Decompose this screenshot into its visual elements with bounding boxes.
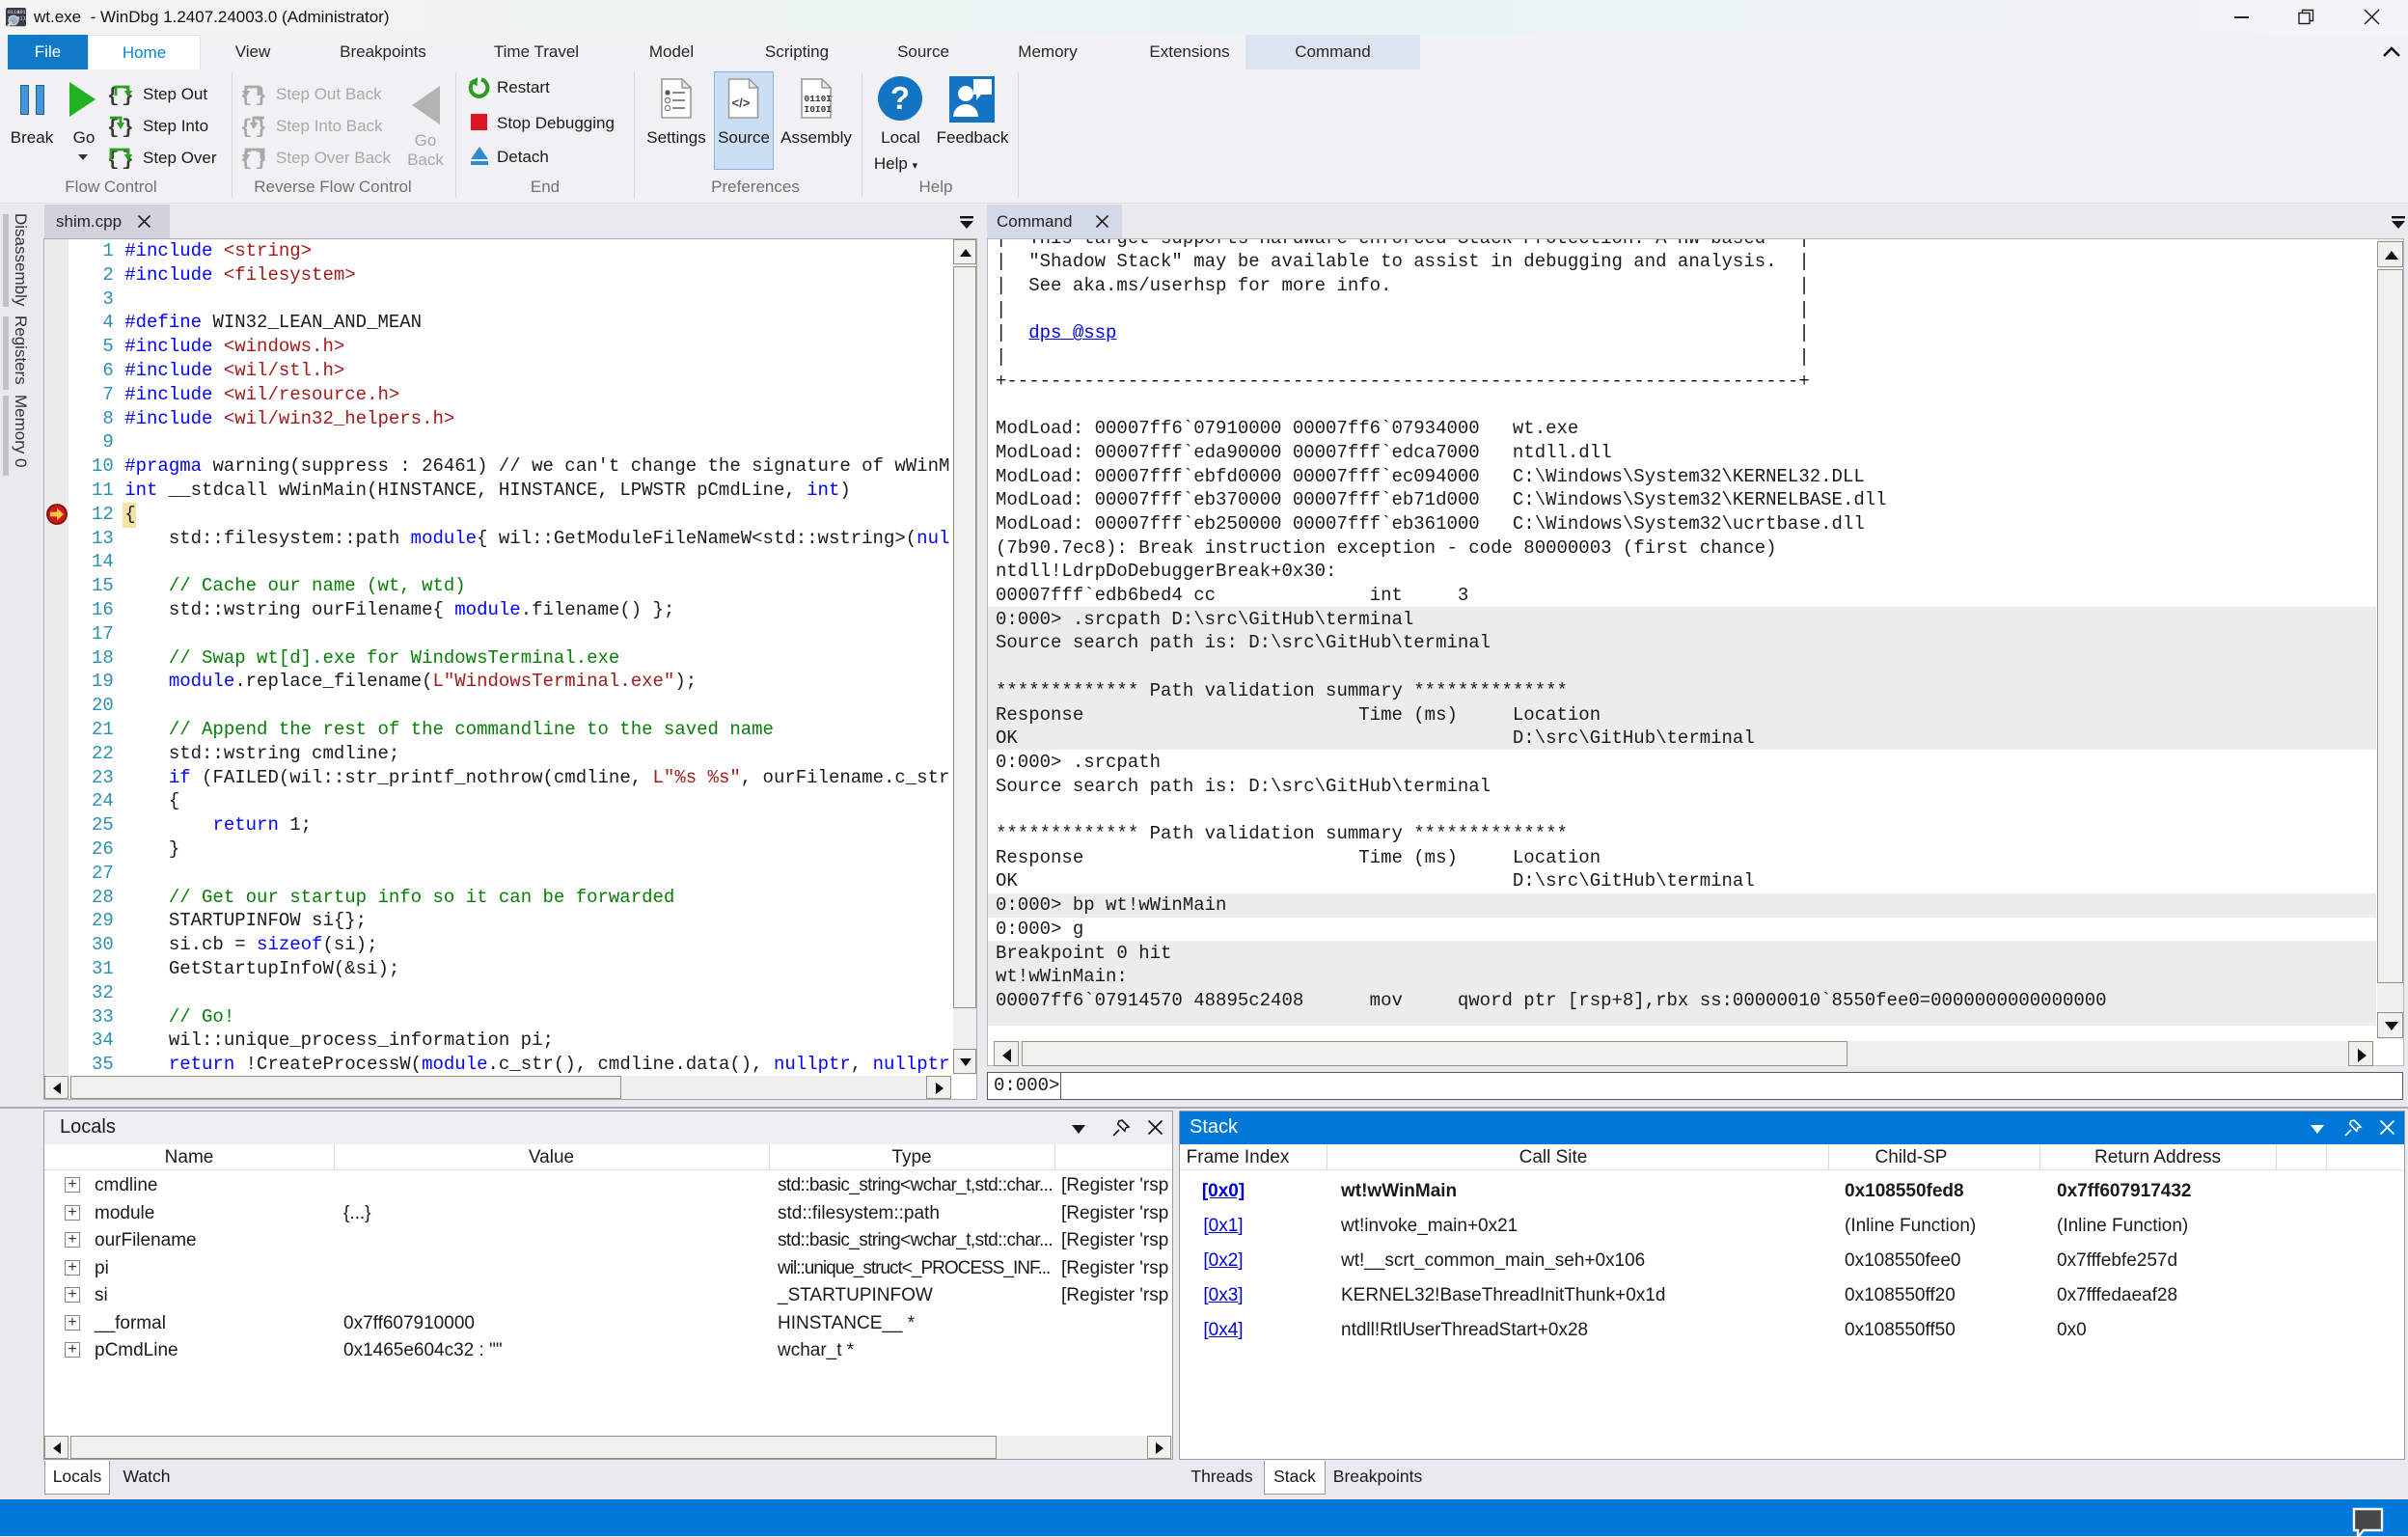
svg-text:}: }: [255, 118, 266, 137]
svg-text:1011: 1011: [16, 10, 26, 15]
svg-text:}: }: [255, 86, 266, 105]
svg-text:I0I0I: I0I0I: [805, 104, 833, 115]
svg-text:{: {: [108, 118, 120, 137]
svg-text:</>: </>: [732, 96, 751, 110]
svg-text:0110I: 0110I: [805, 94, 833, 104]
svg-text:}: }: [122, 118, 133, 137]
svg-text:{: {: [241, 118, 253, 137]
svg-text:{: {: [108, 86, 120, 105]
